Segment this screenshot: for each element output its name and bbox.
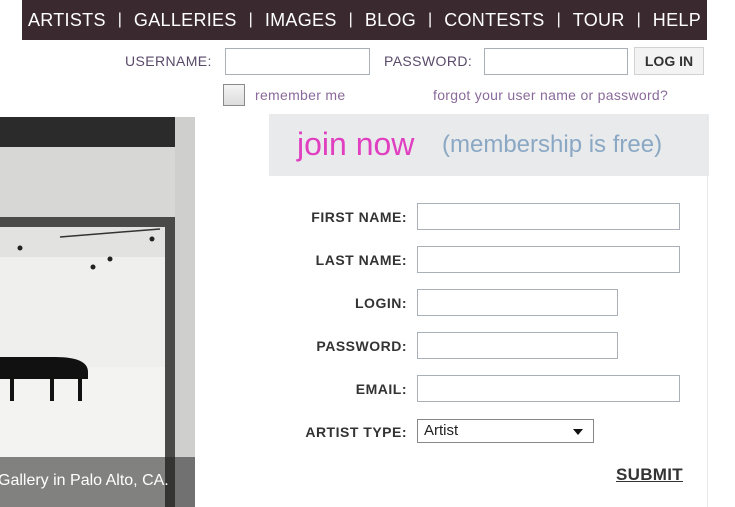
last-name-label: LAST NAME: bbox=[315, 252, 407, 268]
username-label: USERNAME: bbox=[125, 53, 212, 69]
email-label: EMAIL: bbox=[355, 381, 407, 397]
email-input[interactable] bbox=[417, 375, 680, 402]
join-heading: join now bbox=[297, 126, 415, 162]
first-name-input[interactable] bbox=[417, 203, 680, 230]
forgot-credentials-link[interactable]: forgot your user name or password? bbox=[433, 87, 668, 103]
nav-separator: | bbox=[348, 11, 353, 28]
gallery-photo: Gallery in Palo Alto, CA. bbox=[0, 117, 195, 507]
remember-me-label[interactable]: remember me bbox=[255, 87, 345, 103]
nav-separator: | bbox=[556, 11, 561, 28]
login-label: LOGIN: bbox=[355, 295, 407, 311]
username-input[interactable] bbox=[225, 48, 370, 75]
nav-separator: | bbox=[428, 11, 433, 28]
reg-password-input[interactable] bbox=[417, 332, 618, 359]
dropdown-arrow-icon bbox=[573, 429, 583, 435]
artist-type-value: Artist bbox=[424, 422, 459, 439]
nav-tour[interactable]: TOUR bbox=[573, 10, 625, 31]
nav-separator: | bbox=[636, 11, 641, 28]
gallery-photo-image: Gallery in Palo Alto, CA. bbox=[0, 117, 195, 507]
first-name-label: FIRST NAME: bbox=[311, 209, 407, 225]
artist-type-label: ARTIST TYPE: bbox=[305, 424, 407, 440]
reg-password-label: PASSWORD: bbox=[316, 338, 407, 354]
divider bbox=[707, 114, 708, 507]
join-subheading: (membership is free) bbox=[442, 131, 663, 158]
password-input[interactable] bbox=[484, 48, 628, 75]
login-input[interactable] bbox=[417, 289, 618, 316]
nav-galleries[interactable]: GALLERIES bbox=[134, 10, 237, 31]
nav-images[interactable]: IMAGES bbox=[265, 10, 337, 31]
nav-blog[interactable]: BLOG bbox=[365, 10, 416, 31]
submit-button[interactable]: SUBMIT bbox=[616, 465, 683, 485]
nav-artists[interactable]: ARTISTS bbox=[28, 10, 106, 31]
photo-caption: Gallery in Palo Alto, CA. bbox=[0, 472, 169, 489]
remember-me-checkbox[interactable] bbox=[223, 84, 245, 106]
top-nav: ARTISTS | GALLERIES | IMAGES | BLOG | CO… bbox=[22, 0, 707, 40]
nav-contests[interactable]: CONTESTS bbox=[444, 10, 544, 31]
password-label: PASSWORD: bbox=[384, 53, 473, 69]
nav-separator: | bbox=[117, 11, 122, 28]
last-name-input[interactable] bbox=[417, 246, 680, 273]
nav-help[interactable]: HELP bbox=[653, 10, 701, 31]
nav-separator: | bbox=[248, 11, 253, 28]
login-button[interactable]: LOG IN bbox=[634, 47, 704, 75]
artist-type-select[interactable]: Artist bbox=[417, 419, 594, 443]
